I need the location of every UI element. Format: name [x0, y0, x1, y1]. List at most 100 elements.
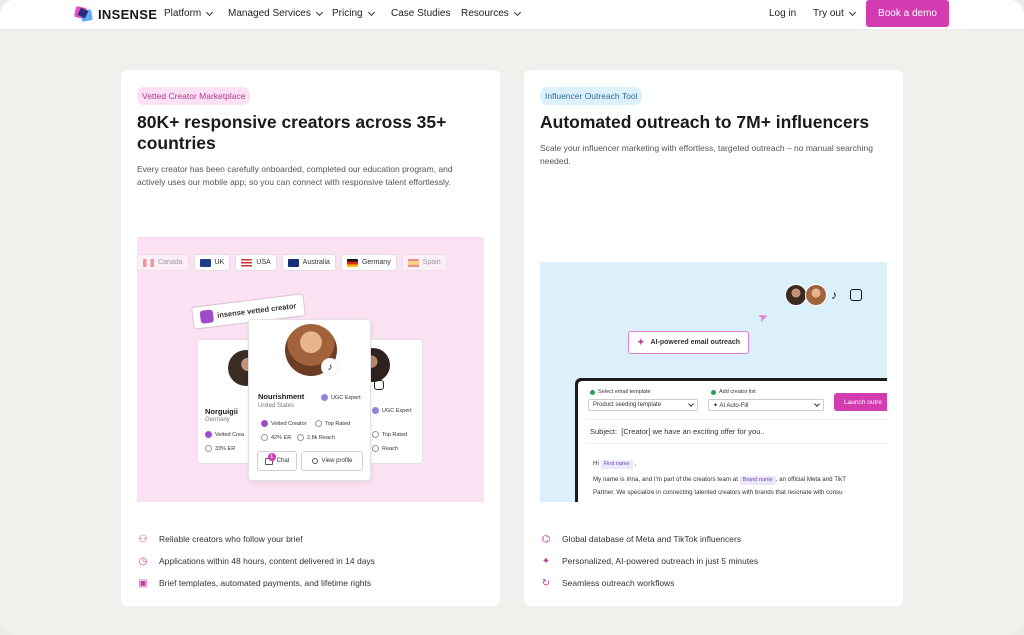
database-icon: ⌬	[541, 533, 551, 545]
reach-icon	[372, 445, 379, 452]
nav-pricing[interactable]: Pricing	[332, 8, 375, 19]
chat-count-badge: 1	[267, 452, 276, 461]
users-icon: ⚇	[138, 533, 148, 545]
reach-icon	[297, 434, 304, 441]
sparkle-icon: ✦	[541, 555, 551, 567]
creator-name: Nourishment	[258, 392, 305, 401]
brand-logo[interactable]: INSENSE	[73, 5, 158, 23]
divider	[586, 443, 887, 444]
nav-resources[interactable]: Resources	[461, 8, 521, 19]
country-chip-germany[interactable]: Germany	[340, 254, 397, 271]
template-label: Select email template	[590, 389, 651, 395]
vetted-badge-icon	[199, 309, 215, 324]
feature-item: ⚇ Reliable creators who follow your brief	[138, 533, 303, 545]
marketplace-description: Every creator has been carefully onboard…	[137, 164, 453, 187]
creator-list-select[interactable]: ✦ AI Auto-Fill	[708, 399, 824, 411]
ugc-badge: UGC Expert	[372, 407, 412, 414]
chevron-down-icon	[513, 8, 521, 16]
nav-managed-services[interactable]: Managed Services	[228, 8, 323, 19]
send-icon: ➤	[755, 308, 771, 326]
engagement-icon	[261, 434, 268, 441]
outreach-description: Scale your influencer marketing with eff…	[540, 143, 873, 166]
feature-item: ◷ Applications within 48 hours, content d…	[138, 555, 375, 567]
book-demo-button[interactable]: Book a demo	[866, 0, 949, 27]
ai-outreach-tag: ✦ AI-powered email outreach	[628, 331, 750, 354]
creator-country: Germany	[205, 417, 230, 423]
feature-item: ↻ Seamless outreach workflows	[541, 577, 675, 589]
login-link[interactable]: Log in	[769, 8, 796, 19]
creator-country: United States	[258, 403, 295, 409]
document-icon: ▣	[138, 577, 148, 589]
er-stat: 33% ER	[205, 445, 235, 452]
feature-item: ⌬ Global database of Meta and TikTok infl…	[541, 533, 742, 545]
uk-flag-icon	[199, 258, 211, 267]
creator-card-right[interactable]: UGC Expert Top Rated Reach	[356, 339, 423, 464]
chevron-down-icon	[848, 8, 856, 16]
creator-card-main[interactable]: ♪ Nourishment United States UGC Expert V…	[248, 319, 371, 481]
instagram-icon	[374, 380, 384, 390]
nav-platform[interactable]: Platform	[164, 8, 214, 19]
ugc-icon	[321, 394, 328, 401]
nav-case-studies[interactable]: Case Studies	[391, 8, 450, 19]
chevron-down-icon	[814, 400, 820, 407]
outreach-features: ⌬ Global database of Meta and TikTok infl…	[540, 528, 758, 594]
er-stat: 42% ER	[261, 434, 291, 441]
email-editor-window: Select email template Product seeding te…	[575, 378, 887, 502]
vetted-badge: Vetted Crea	[205, 431, 244, 438]
chat-button[interactable]: 1 Chat	[257, 451, 297, 471]
spain-flag-icon	[407, 258, 419, 267]
germany-flag-icon	[346, 258, 358, 267]
country-chip-usa[interactable]: USA	[235, 254, 277, 271]
instagram-icon	[850, 289, 862, 301]
creator-list-label: Add creator list	[711, 389, 756, 395]
tiktok-icon: ♪	[831, 288, 837, 302]
feature-item: ▣ Brief templates, automated payments, an…	[138, 577, 372, 589]
chevron-down-icon	[367, 8, 375, 16]
email-body[interactable]: Hi First name , My name is Irina, and I'…	[593, 457, 887, 499]
view-profile-button[interactable]: View profile	[301, 451, 363, 471]
country-filter-row: Canada UK USA Australia Germany Spain	[137, 254, 447, 271]
canada-flag-icon	[143, 258, 154, 267]
refresh-icon: ↻	[541, 577, 551, 589]
logo-icon	[73, 5, 93, 23]
reach-stat: Reach	[372, 445, 398, 452]
australia-flag-icon	[287, 258, 299, 267]
country-chip-spain[interactable]: Spain	[401, 254, 447, 271]
country-chip-australia[interactable]: Australia	[281, 254, 336, 271]
country-chip-canada[interactable]: Canada	[137, 254, 189, 271]
avatar	[805, 284, 827, 306]
try-out-menu[interactable]: Try out	[813, 8, 856, 19]
email-line: Partner. We specialize in connecting tal…	[593, 489, 843, 496]
country-chip-uk[interactable]: UK	[193, 254, 231, 271]
email-editor: Select email template Product seeding te…	[578, 381, 887, 502]
divider	[586, 419, 887, 420]
outreach-card: Influencer Outreach Tool Automated outre…	[524, 70, 903, 606]
brand-name-tag: Brand name	[739, 476, 776, 485]
outreach-illustration: ♪ ➤ ✦ AI-powered email outreach Select e…	[540, 262, 887, 502]
vetted-badge: Vetted Creator	[261, 420, 306, 427]
chevron-down-icon	[688, 400, 694, 407]
check-icon	[590, 389, 595, 395]
engagement-icon	[205, 445, 212, 452]
template-select[interactable]: Product seeding template	[588, 399, 698, 411]
chevron-down-icon	[315, 8, 323, 16]
subject-line[interactable]: Subject: [Creator] we have an exciting o…	[590, 427, 765, 436]
usa-flag-icon	[241, 258, 253, 267]
outreach-title: Automated outreach to 7M+ influencers	[540, 112, 870, 132]
top-rated-badge: Top Rated	[315, 420, 350, 427]
first-name-tag: First name	[600, 460, 633, 469]
page: INSENSE Platform Managed Services Pricin…	[0, 0, 1024, 635]
ugc-icon	[372, 407, 379, 414]
user-icon	[311, 458, 318, 464]
marketplace-card: Vetted Creator Marketplace 80K+ responsi…	[121, 70, 500, 606]
star-icon	[315, 420, 322, 427]
marketplace-illustration: Canada UK USA Australia Germany Spain in…	[137, 237, 484, 502]
star-icon	[372, 431, 379, 438]
marketplace-features: ⚇ Reliable creators who follow your brief…	[137, 528, 375, 594]
chat-icon: 1	[264, 452, 276, 465]
launch-outreach-button[interactable]: Launch outre	[834, 393, 887, 411]
brand-name: INSENSE	[98, 6, 158, 22]
marketplace-pill: Vetted Creator Marketplace	[137, 87, 251, 105]
tiktok-icon: ♪	[321, 358, 339, 376]
clock-icon: ◷	[138, 555, 148, 567]
